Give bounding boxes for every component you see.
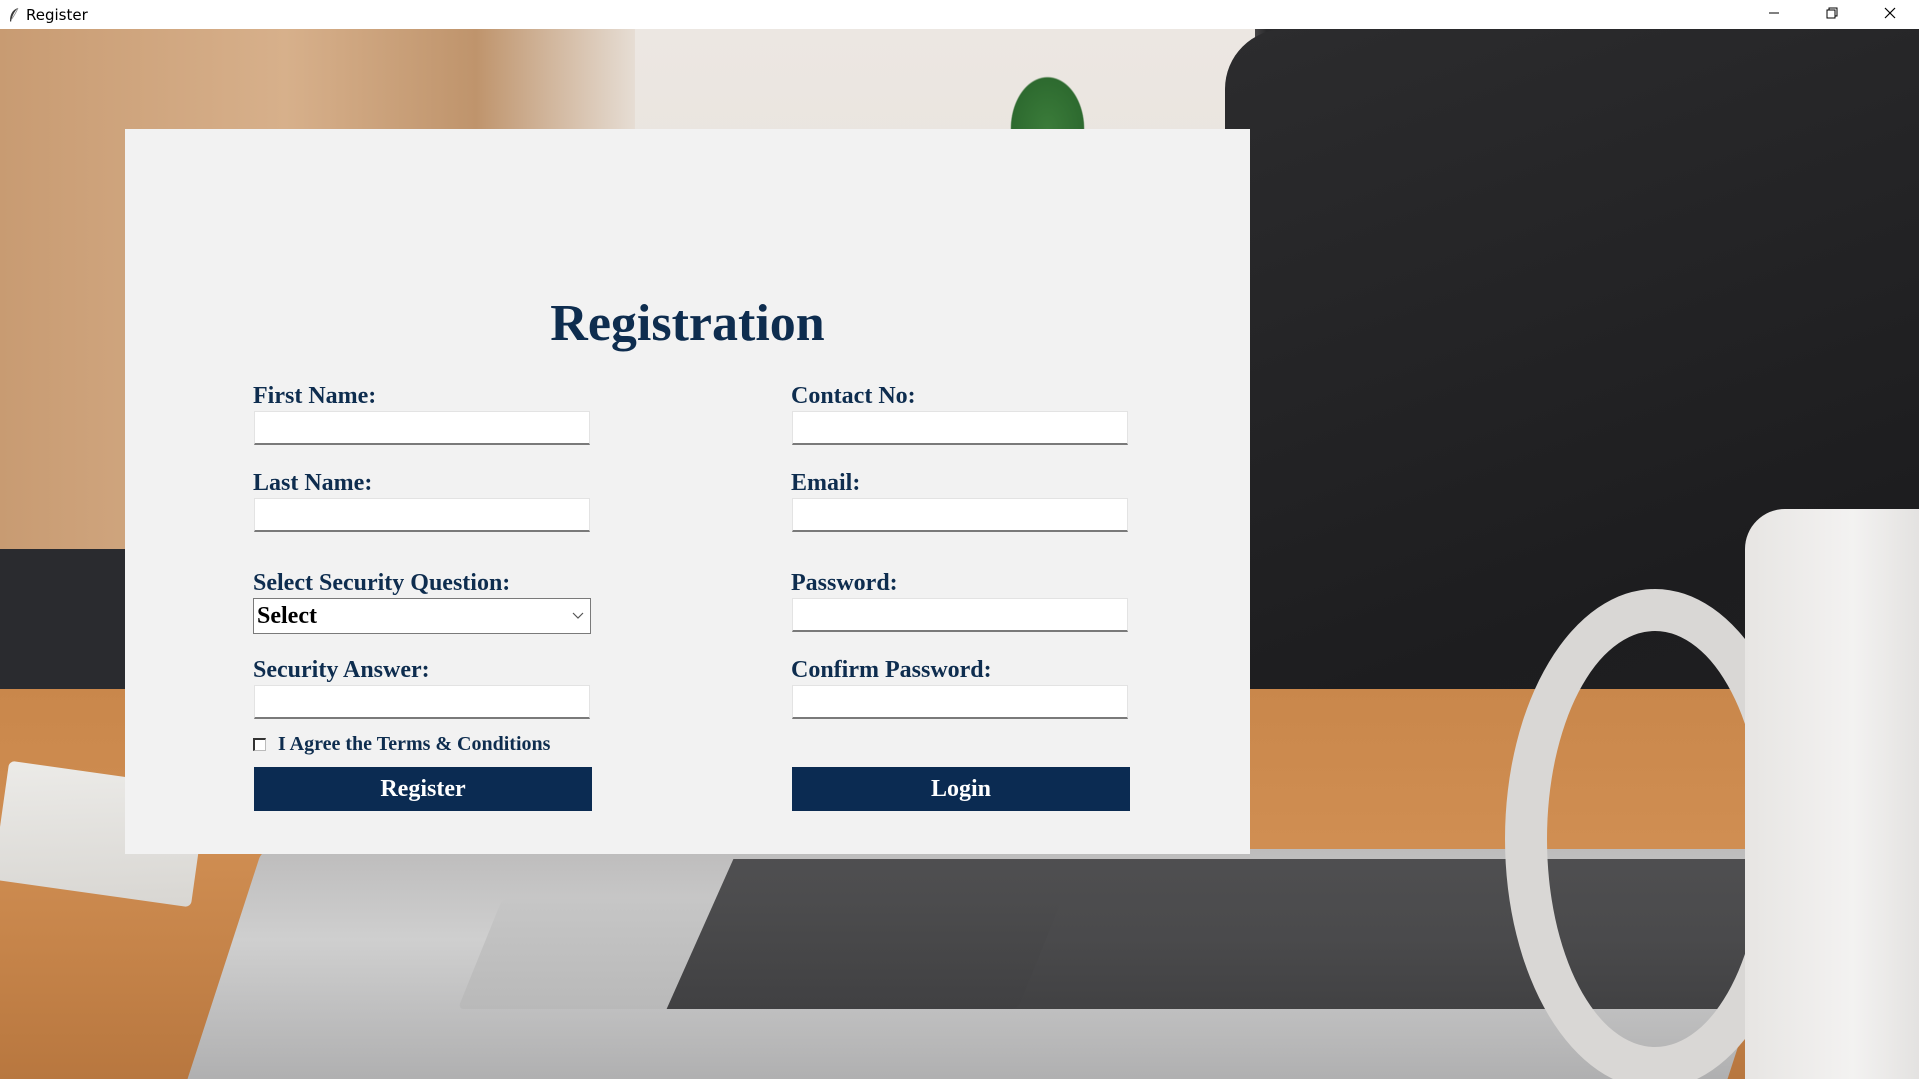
window-title: Register — [26, 5, 88, 24]
terms-label[interactable]: I Agree the Terms & Conditions — [278, 733, 550, 756]
restore-icon — [1826, 6, 1838, 24]
security-question-label: Select Security Question: — [253, 570, 511, 596]
terms-checkbox[interactable] — [253, 738, 266, 751]
security-question-select[interactable]: Select — [253, 598, 591, 634]
confirm-password-field[interactable] — [792, 685, 1128, 719]
security-question-selected: Select — [257, 602, 317, 629]
login-button[interactable]: Login — [792, 767, 1130, 811]
last-name-field[interactable] — [254, 498, 590, 532]
password-label: Password: — [791, 570, 898, 596]
close-button[interactable] — [1861, 0, 1919, 29]
minimize-icon — [1768, 6, 1780, 24]
first-name-label: First Name: — [253, 383, 377, 409]
password-field[interactable] — [792, 598, 1128, 632]
registration-panel: Registration First Name: Last Name: Sele… — [125, 129, 1250, 854]
last-name-label: Last Name: — [253, 470, 373, 496]
title-bar: Register — [0, 0, 1919, 29]
email-field[interactable] — [792, 498, 1128, 532]
minimize-button[interactable] — [1745, 0, 1803, 29]
feather-icon — [6, 7, 22, 23]
security-answer-field[interactable] — [254, 685, 590, 719]
page-title: Registration — [550, 295, 825, 352]
terms-row: I Agree the Terms & Conditions — [253, 733, 550, 756]
window-controls — [1745, 0, 1919, 29]
app-window: Register Registration First Name: Last N… — [0, 0, 1919, 1079]
register-button[interactable]: Register — [254, 767, 592, 811]
contact-no-label: Contact No: — [791, 383, 916, 409]
confirm-password-label: Confirm Password: — [791, 657, 992, 683]
security-answer-label: Security Answer: — [253, 657, 430, 683]
first-name-field[interactable] — [254, 411, 590, 445]
close-icon — [1884, 6, 1896, 24]
chevron-down-icon — [572, 607, 584, 625]
restore-button[interactable] — [1803, 0, 1861, 29]
contact-no-field[interactable] — [792, 411, 1128, 445]
email-label: Email: — [791, 470, 861, 496]
background-mug — [1745, 509, 1919, 1079]
